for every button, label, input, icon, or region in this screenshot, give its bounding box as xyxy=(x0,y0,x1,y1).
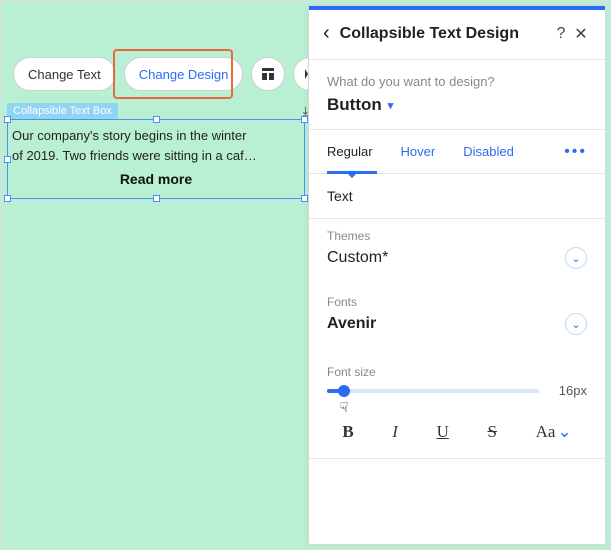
text-format-row: B I U S Aa⌄ xyxy=(309,404,605,448)
underline-button[interactable]: U xyxy=(437,422,449,442)
panel-title: Collapsible Text Design xyxy=(340,25,551,43)
text-content: Our company's story begins in the winter… xyxy=(8,120,304,196)
design-question-label: What do you want to design? xyxy=(327,74,587,89)
help-icon[interactable]: ? xyxy=(551,25,571,43)
layout-icon xyxy=(261,67,275,81)
resize-handle[interactable] xyxy=(4,156,11,163)
themes-field: Themes Custom* ⌄ xyxy=(309,219,605,275)
resize-handle[interactable] xyxy=(153,195,160,202)
fonts-field: Fonts Avenir ⌄ xyxy=(309,285,605,341)
fontsize-field: Font size ☟ 16px xyxy=(309,355,605,404)
resize-handle[interactable] xyxy=(4,116,11,123)
collapsible-text-box[interactable]: ⤓ Our company's story begins in the wint… xyxy=(7,119,305,199)
change-text-button[interactable]: Change Text xyxy=(13,57,116,91)
tab-disabled[interactable]: Disabled xyxy=(463,130,514,173)
bold-button[interactable]: B xyxy=(342,422,353,442)
close-icon[interactable]: ✕ xyxy=(571,24,591,44)
design-panel: ‹ Collapsible Text Design ? ✕ What do yo… xyxy=(308,5,606,545)
layout-icon-button[interactable] xyxy=(251,57,285,91)
design-target-dropdown[interactable]: Button ▾ xyxy=(327,95,587,129)
tab-hover[interactable]: Hover xyxy=(401,130,436,173)
state-tabs: Regular Hover Disabled ••• xyxy=(309,130,605,174)
text-case-button[interactable]: Aa⌄ xyxy=(536,422,572,442)
more-tabs-icon[interactable]: ••• xyxy=(564,143,587,161)
chevron-down-icon: ⌄ xyxy=(557,422,571,442)
element-toolbar: Change Text Change Design xyxy=(13,57,327,91)
resize-handle[interactable] xyxy=(301,195,308,202)
fontsize-value: 16px xyxy=(549,383,587,398)
resize-handle[interactable] xyxy=(4,195,11,202)
resize-handle[interactable] xyxy=(153,116,160,123)
tab-regular[interactable]: Regular xyxy=(327,130,373,173)
italic-button[interactable]: I xyxy=(392,422,398,442)
read-more-button[interactable]: Read more xyxy=(12,169,300,190)
cursor-icon: ☟ xyxy=(340,399,349,416)
panel-scroll-area[interactable]: Text Themes Custom* ⌄ Fonts Avenir ⌄ Fon… xyxy=(309,174,605,544)
change-design-button[interactable]: Change Design xyxy=(124,57,244,91)
panel-header: ‹ Collapsible Text Design ? ✕ xyxy=(309,10,605,60)
design-target-section: What do you want to design? Button ▾ xyxy=(309,60,605,129)
fonts-value: Avenir xyxy=(327,315,376,333)
slider-thumb[interactable] xyxy=(338,385,350,397)
text-section-header: Text xyxy=(309,174,605,218)
element-type-label: Collapsible Text Box xyxy=(7,103,118,119)
chevron-down-icon: ▾ xyxy=(388,99,394,112)
themes-dropdown-toggle[interactable]: ⌄ xyxy=(565,247,587,269)
strikethrough-button[interactable]: S xyxy=(487,422,496,442)
fontsize-slider[interactable]: ☟ xyxy=(327,389,539,393)
themes-value: Custom* xyxy=(327,249,388,267)
fonts-dropdown-toggle[interactable]: ⌄ xyxy=(565,313,587,335)
back-icon[interactable]: ‹ xyxy=(323,22,330,45)
